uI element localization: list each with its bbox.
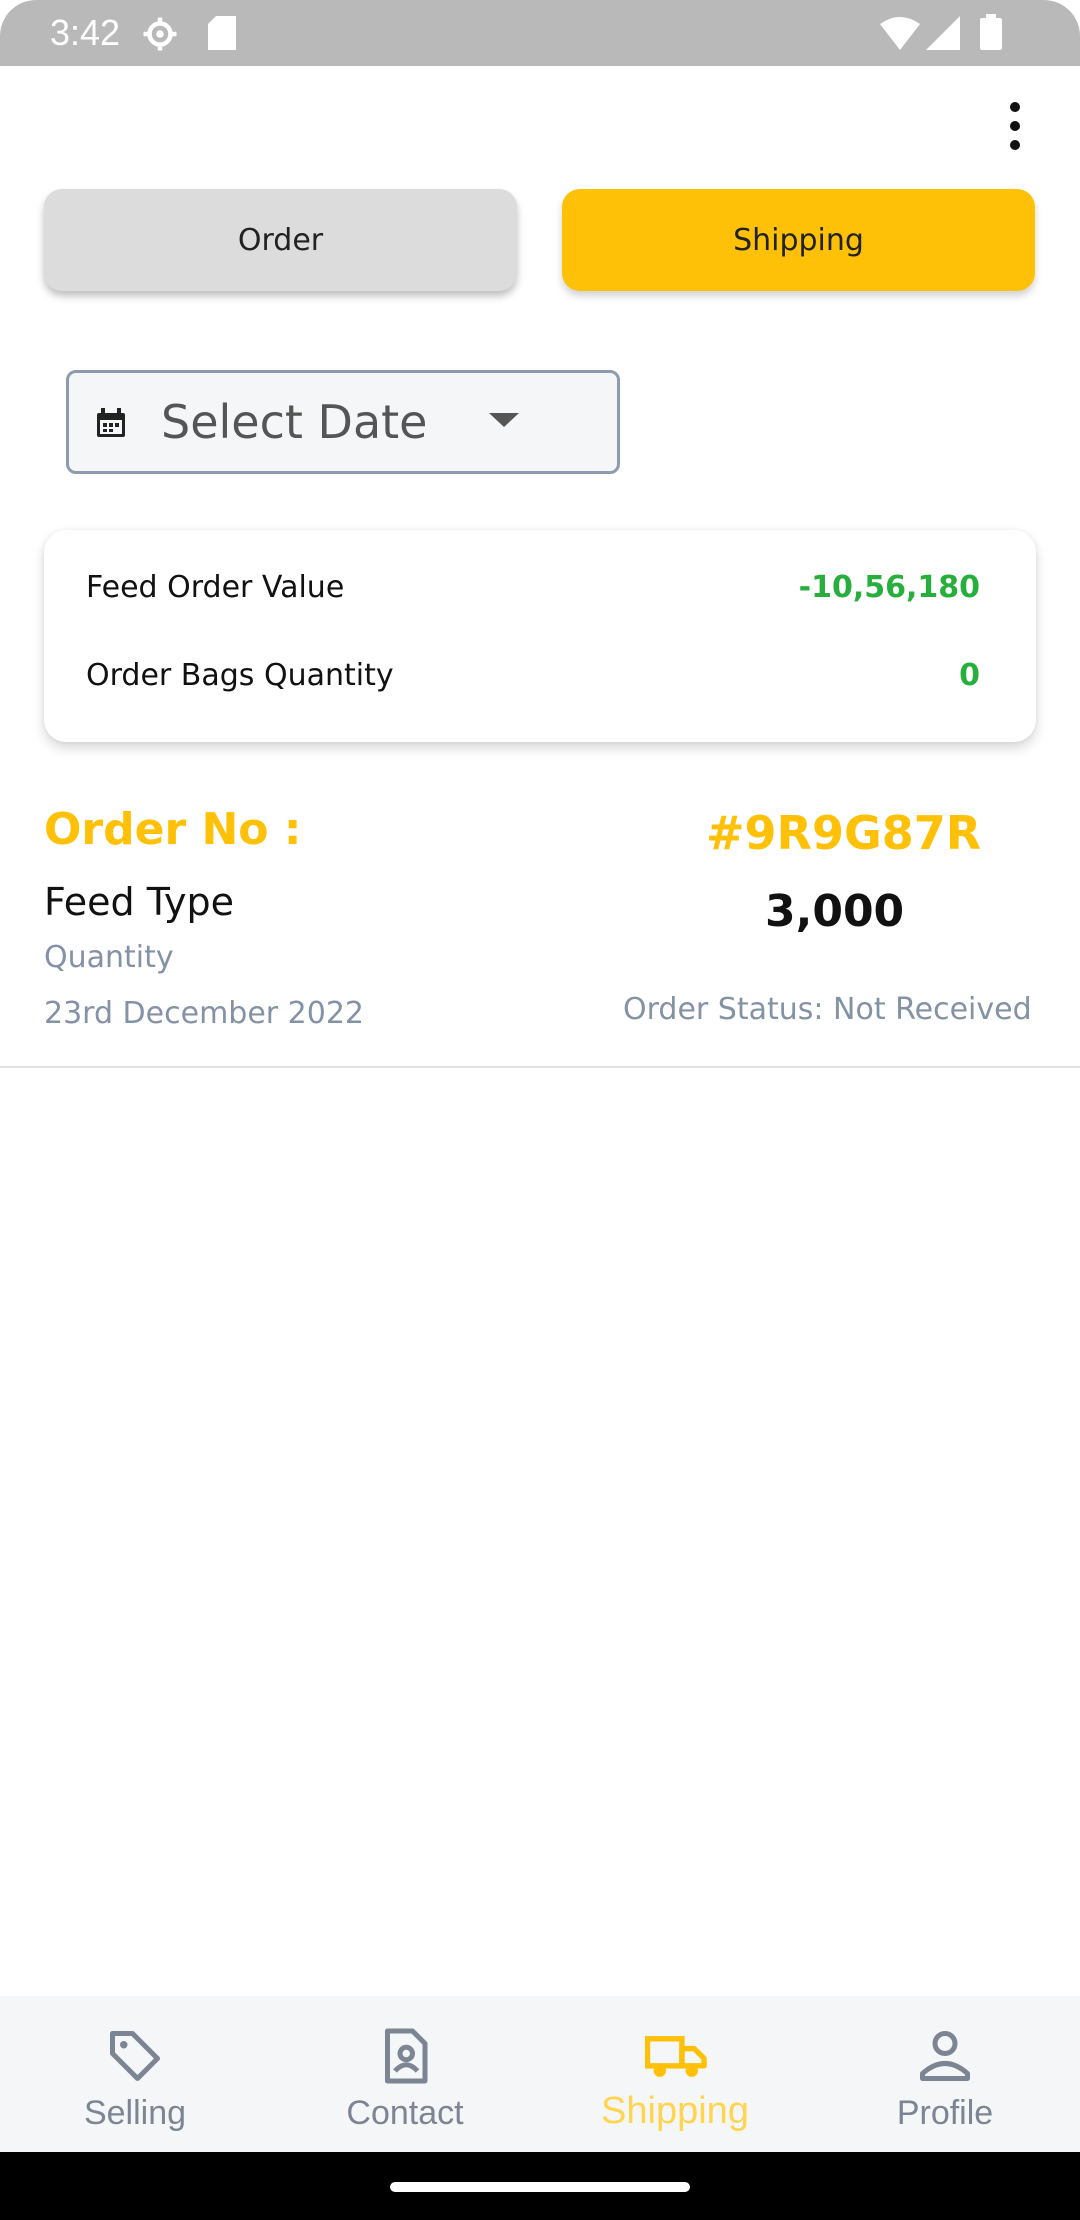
date-select-dropdown[interactable]: Select Date	[66, 370, 620, 474]
nav-item-profile[interactable]: Profile	[810, 1996, 1080, 2152]
status-bar: 3:42	[0, 0, 1080, 66]
nav-label-shipping: Shipping	[601, 2090, 749, 2132]
more-options-icon[interactable]	[1000, 102, 1030, 152]
tab-order[interactable]: Order	[44, 189, 517, 291]
list-item[interactable]: Order No : #9R9G87R Feed Type 3,000 Quan…	[0, 790, 1080, 1068]
settings-icon	[143, 17, 177, 51]
battery-icon	[980, 14, 1002, 50]
order-number: #9R9G87R	[706, 806, 982, 860]
signal-icon	[926, 16, 960, 50]
order-bags-quantity: 0	[959, 657, 980, 693]
quantity-label: Quantity	[44, 940, 174, 975]
order-status: Order Status: Not Received	[623, 992, 1032, 1027]
nav-label-contact: Contact	[346, 2094, 464, 2132]
nav-item-contact[interactable]: Contact	[270, 1996, 540, 2152]
nav-item-selling[interactable]: Selling	[0, 1996, 270, 2152]
date-select-label: Select Date	[161, 395, 428, 449]
gesture-bar	[0, 2152, 1080, 2220]
order-bags-quantity-label: Order Bags Quantity	[86, 657, 394, 693]
status-time: 3:42	[50, 12, 121, 53]
feed-order-value-label: Feed Order Value	[86, 569, 345, 605]
quantity-value: 3,000	[765, 886, 905, 937]
wifi-icon	[880, 17, 920, 50]
order-no-label: Order No :	[44, 804, 302, 855]
summary-card: Feed Order Value -10,56,180 Order Bags Q…	[44, 530, 1036, 742]
nav-item-shipping[interactable]: Shipping	[540, 1996, 810, 2152]
tag-icon	[110, 2031, 160, 2081]
sd-card-icon	[208, 16, 236, 50]
feed-order-value: -10,56,180	[798, 569, 980, 605]
home-gesture-handle[interactable]	[390, 2182, 690, 2192]
calendar-icon	[97, 408, 125, 437]
feed-order-value-row: Feed Order Value -10,56,180	[86, 567, 980, 607]
tab-shipping[interactable]: Shipping	[562, 189, 1035, 291]
feed-type: Feed Type	[44, 880, 235, 924]
order-bags-quantity-row: Order Bags Quantity 0	[86, 655, 980, 695]
user-icon	[920, 2031, 970, 2081]
caret-down-icon	[489, 413, 519, 427]
nav-label-profile: Profile	[896, 2094, 994, 2132]
bottom-nav: Selling Contact Shipping Profile	[0, 1996, 1080, 2152]
contact-icon	[385, 2028, 428, 2084]
order-date: 23rd December 2022	[44, 996, 365, 1031]
nav-label-selling: Selling	[83, 2094, 187, 2132]
truck-icon	[645, 2036, 707, 2077]
